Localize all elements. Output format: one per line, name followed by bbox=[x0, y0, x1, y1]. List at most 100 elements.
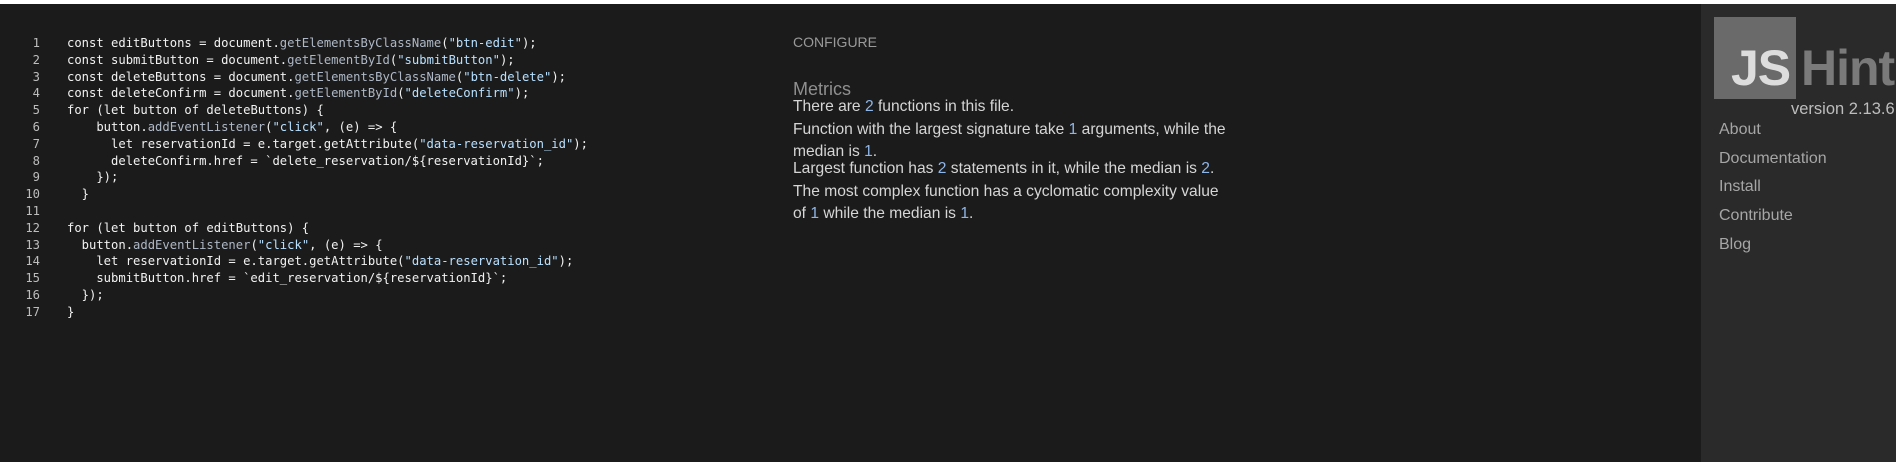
jshint-app: 1 const editButtons = document.getElement… bbox=[0, 4, 1896, 462]
metric-label: Function with the largest signature take bbox=[793, 121, 1069, 138]
code-token: deleteConfirm = document. bbox=[111, 86, 295, 101]
code-text: let reservationId = e.target.getAttribut… bbox=[40, 136, 588, 153]
code-token: } bbox=[67, 304, 75, 319]
line-number: 17 bbox=[25, 304, 40, 319]
line-number: 6 bbox=[32, 119, 40, 134]
code-text: } bbox=[40, 186, 89, 203]
code-text: } bbox=[40, 304, 74, 321]
metric-label: . bbox=[969, 205, 974, 222]
code-text: const deleteButtons = document.getElemen… bbox=[40, 69, 566, 86]
metric-label: functions in this file. bbox=[873, 98, 1015, 115]
code-token: "submitButton" bbox=[397, 52, 500, 67]
line-number: 5 bbox=[32, 103, 40, 118]
code-token: getElementById bbox=[287, 52, 390, 67]
nav-documentation[interactable]: Documentation bbox=[1719, 150, 1827, 168]
code-token: ); bbox=[514, 86, 530, 101]
metric-label: statements in it, while the median is bbox=[946, 160, 1202, 177]
code-token: ( bbox=[397, 86, 405, 101]
metric-text: There are 2 functions in this file. bbox=[793, 96, 1233, 118]
code-line: 15 submitButton.href = `edit_reservation… bbox=[0, 270, 760, 287]
metric-label: There are bbox=[793, 98, 865, 115]
code-token: } bbox=[67, 187, 90, 202]
code-text: button.addEventListener("click", (e) => … bbox=[40, 119, 397, 136]
code-text: deleteConfirm.href = `delete_reservation… bbox=[40, 153, 544, 170]
logo-hint-text: Hint bbox=[1801, 40, 1895, 96]
version-label: version 2.13.6 bbox=[1791, 100, 1895, 118]
code-token: const bbox=[67, 69, 112, 84]
code-token: }); bbox=[67, 287, 104, 302]
code-token: "data-reservation_id" bbox=[419, 136, 574, 151]
code-token: ( bbox=[250, 237, 258, 252]
code-text: submitButton.href = `edit_reservation/${… bbox=[40, 270, 507, 287]
line-number: 8 bbox=[32, 153, 40, 168]
code-token: button. bbox=[67, 119, 148, 134]
code-token: editButtons = document. bbox=[111, 36, 280, 50]
code-token: const bbox=[67, 52, 112, 67]
code-token: for bbox=[67, 220, 97, 235]
metric-value: 1 bbox=[960, 205, 969, 222]
code-line: 13 button.addEventListener("click", (e) … bbox=[0, 237, 760, 254]
code-token: "click" bbox=[272, 119, 324, 134]
metric-label: Largest function has bbox=[793, 160, 938, 177]
configure-link[interactable]: CONFIGURE bbox=[793, 34, 877, 50]
code-token: "click" bbox=[257, 237, 310, 252]
code-token: submitButton = document. bbox=[111, 52, 288, 67]
nav-blog[interactable]: Blog bbox=[1719, 236, 1751, 254]
metric-text: Function with the largest signature take… bbox=[793, 119, 1233, 163]
code-token: "data-reservation_id" bbox=[404, 254, 559, 269]
code-token: addEventListener bbox=[133, 237, 251, 252]
code-text: const submitButton = document.getElement… bbox=[40, 52, 515, 69]
line-number: 7 bbox=[32, 136, 40, 151]
code-text: for (let button of deleteButtons) { bbox=[40, 102, 324, 119]
code-editor[interactable]: 1 const editButtons = document.getElement… bbox=[0, 35, 760, 335]
line-number: 13 bbox=[25, 237, 40, 252]
line-number: 1 bbox=[32, 36, 40, 50]
metric-value: 2 bbox=[864, 98, 874, 115]
code-text: }); bbox=[40, 169, 118, 186]
line-number: 10 bbox=[25, 187, 40, 202]
jshint-logo[interactable]: JS Hint bbox=[1714, 17, 1896, 99]
code-line: 5 for (let button of deleteButtons) { bbox=[0, 102, 760, 119]
metric-text: The most complex function has a cyclomat… bbox=[793, 181, 1233, 225]
line-number: 11 bbox=[25, 203, 40, 218]
code-line: 14 let reservationId = e.target.getAttri… bbox=[0, 253, 760, 270]
nav-install[interactable]: Install bbox=[1719, 178, 1761, 196]
code-line: 9 }); bbox=[0, 169, 760, 186]
code-token: deleteConfirm.href = `delete_reservation… bbox=[67, 153, 544, 168]
code-line: 1 const editButtons = document.getElement… bbox=[0, 35, 760, 52]
code-line: 7 let reservationId = e.target.getAttrib… bbox=[0, 136, 760, 153]
code-text: const editButtons = document.getElements… bbox=[40, 35, 537, 52]
code-text: }); bbox=[40, 287, 104, 304]
code-token: , (e) => { bbox=[323, 119, 398, 134]
code-token: let reservationId = e.target.getAttribut… bbox=[67, 136, 420, 151]
line-number: 3 bbox=[32, 69, 40, 84]
nav-contribute[interactable]: Contribute bbox=[1719, 207, 1793, 225]
code-line: 10 } bbox=[0, 186, 760, 203]
metric-value: 2 bbox=[1201, 160, 1210, 177]
line-number: 2 bbox=[32, 52, 40, 67]
code-token: "btn-delete" bbox=[463, 69, 552, 84]
code-token: ); bbox=[521, 36, 537, 50]
code-token: deleteButtons = document. bbox=[111, 69, 295, 84]
code-line: 2 const submitButton = document.getElemen… bbox=[0, 52, 760, 69]
code-line: 12 for (let button of editButtons) { bbox=[0, 220, 760, 237]
code-token: getElementsByClassName bbox=[279, 36, 442, 50]
code-token: let reservationId = e.target.getAttribut… bbox=[67, 254, 405, 269]
code-token: (let button of deleteButtons) { bbox=[96, 103, 324, 118]
code-text: button.addEventListener("click", (e) => … bbox=[40, 237, 383, 254]
code-token: for bbox=[67, 103, 97, 118]
code-token: const bbox=[67, 36, 112, 50]
code-token: ( bbox=[441, 36, 449, 50]
metric-text: Largest function has 2 statements in it,… bbox=[793, 158, 1233, 180]
code-text: let reservationId = e.target.getAttribut… bbox=[40, 253, 573, 270]
code-token: const bbox=[67, 86, 112, 101]
nav-about[interactable]: About bbox=[1719, 121, 1761, 139]
code-token: submitButton.href = `edit_reservation/${… bbox=[67, 271, 508, 286]
line-number: 4 bbox=[32, 86, 40, 101]
code-token: (let button of editButtons) { bbox=[96, 220, 310, 235]
code-line: 6 button.addEventListener("click", (e) =… bbox=[0, 119, 760, 136]
code-token: ); bbox=[499, 52, 515, 67]
code-line: 17} bbox=[0, 304, 760, 321]
code-text: const deleteConfirm = document.getElemen… bbox=[40, 85, 529, 102]
